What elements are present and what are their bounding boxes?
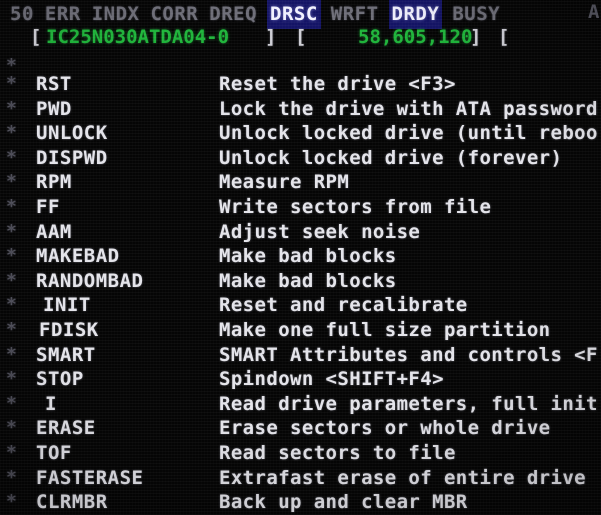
command-name: STOP (36, 368, 84, 391)
command-row-aam[interactable]: * AAM Adjust seek noise (0, 220, 601, 245)
command-row-makebad[interactable]: * MAKEBAD Make bad blocks (0, 244, 601, 269)
status-flag-wrft: WRFT (330, 3, 379, 25)
command-row-rst[interactable]: * RST Reset the drive <F3> (0, 72, 601, 97)
command-row-i[interactable]: * I Read drive parameters, full init (0, 392, 601, 417)
command-description: Adjust seek noise (219, 220, 421, 243)
command-name: FF (36, 195, 60, 218)
command-row-init[interactable]: * INIT Reset and recalibrate (0, 293, 601, 318)
command-name: RPM (36, 171, 72, 194)
bullet-icon: * (6, 441, 17, 463)
command-list: * * RST Reset the drive <F3> * PWD Lock … (0, 54, 601, 515)
status-flag-indx: INDX (91, 3, 140, 25)
command-name: AAM (36, 220, 72, 243)
command-name: RST (36, 73, 72, 95)
info-bracket-open: [ (30, 26, 42, 48)
terminal-screen: 50 ERR INDX CORR DREQ DRSC WRFT DRDY BUSY A [ IC… (0, 0, 601, 515)
status-flag-err: ERR (44, 3, 81, 25)
command-description: Read drive parameters, full init (219, 392, 598, 415)
command-description: Reset and recalibrate (219, 294, 468, 317)
info-bracket-open-3: [ (498, 26, 510, 48)
command-row-stop[interactable]: * STOP Spindown <SHIFT+F4> (0, 367, 601, 392)
bullet-icon: * (6, 294, 17, 316)
bullet-icon: * (6, 392, 17, 414)
command-row-fasterase[interactable]: * FASTERASE Extrafast erase of entire dr… (0, 466, 601, 491)
bullet-icon: * (6, 269, 17, 291)
bullet-icon: * (6, 343, 17, 365)
command-description: Back up and clear MBR (219, 491, 468, 514)
bullet-icon: * (6, 146, 17, 168)
command-name: UNLOCK (36, 122, 108, 145)
command-description: Make one full size partition (219, 318, 551, 341)
status-right-glyph: A (588, 1, 600, 23)
command-name: MAKEBAD (36, 245, 120, 268)
command-name: TOF (36, 441, 72, 464)
command-name: INIT (43, 294, 91, 317)
bullet-icon: * (6, 318, 17, 340)
drive-info-bar: [ IC25N030ATDA04-0 ] [ 58,605,120 ] [ (0, 24, 601, 50)
command-description: Make bad blocks (219, 245, 397, 268)
command-row-clrmbr[interactable]: * CLRMBR Back up and clear MBR (0, 490, 601, 515)
status-leading-number: 50 (10, 3, 34, 25)
bullet-icon: * (6, 491, 17, 513)
bullet-icon: * (6, 466, 17, 488)
command-name: DISPWD (36, 146, 108, 169)
info-bracket-close: ] (265, 26, 277, 48)
bullet-icon: * (6, 417, 17, 439)
command-description: Unlock locked drive (until reboo (219, 122, 598, 145)
bullet-icon: * (6, 73, 17, 94)
command-description: Write sectors from file (219, 195, 492, 218)
command-description: Read sectors to file (219, 441, 456, 464)
info-bracket-open-2: [ (295, 26, 307, 48)
bullet-icon: * (6, 122, 17, 144)
status-flag-dreq: DREQ (209, 3, 258, 25)
bullet-icon: * (6, 97, 17, 119)
command-description: Erase sectors or whole drive (219, 417, 551, 440)
command-name: RANDOMBAD (36, 269, 144, 292)
command-name: ERASE (36, 417, 96, 440)
list-top-spacer: * (0, 54, 601, 76)
command-row-unlock[interactable]: * UNLOCK Unlock locked drive (until rebo… (0, 121, 601, 146)
status-flag-busy: BUSY (452, 3, 501, 25)
command-name: FASTERASE (36, 466, 144, 489)
drive-model-label: IC25N030ATDA04-0 (46, 26, 230, 48)
command-name: I (45, 392, 57, 415)
ata-status-bar: 50 ERR INDX CORR DREQ DRSC WRFT DRDY BUSY A (0, 0, 601, 29)
command-description: Extrafast erase of entire drive (219, 466, 587, 489)
command-row-rpm[interactable]: * RPM Measure RPM (0, 170, 601, 195)
command-description: Measure RPM (219, 171, 350, 194)
command-description: SMART Attributes and controls <F (219, 343, 598, 366)
bullet-icon: * (6, 245, 17, 267)
command-row-tof[interactable]: * TOF Read sectors to file (0, 441, 601, 466)
command-name: FDISK (39, 318, 99, 341)
bullet-icon: * (6, 368, 17, 390)
command-name: SMART (36, 343, 96, 366)
command-row-pwd[interactable]: * PWD Lock the drive with ATA password (0, 97, 601, 122)
command-description: Lock the drive with ATA password (219, 97, 598, 120)
command-row-fdisk[interactable]: * FDISK Make one full size partition (0, 318, 601, 343)
bullet-icon: * (6, 171, 17, 193)
command-row-dispwd[interactable]: * DISPWD Unlock locked drive (forever) (0, 146, 601, 171)
command-row-randombad[interactable]: * RANDOMBAD Make bad blocks (0, 269, 601, 294)
drive-lba-count: 58,605,120 (358, 26, 473, 48)
bullet-icon: * (6, 195, 17, 217)
command-description: Make bad blocks (219, 269, 397, 292)
command-name: CLRMBR (36, 491, 108, 514)
command-description: Spindown <SHIFT+F4> (219, 368, 444, 391)
command-row-ff[interactable]: * FF Write sectors from file (0, 195, 601, 220)
bullet-icon: * (6, 220, 17, 242)
command-name: PWD (36, 97, 72, 120)
status-flag-corr: CORR (150, 3, 199, 25)
command-description: Unlock locked drive (forever) (219, 146, 563, 169)
command-row-erase[interactable]: * ERASE Erase sectors or whole drive (0, 416, 601, 441)
command-row-smart[interactable]: * SMART SMART Attributes and controls <F (0, 343, 601, 368)
command-description: Reset the drive <F3> (219, 73, 456, 95)
info-bracket-close-2: ] (470, 26, 482, 48)
